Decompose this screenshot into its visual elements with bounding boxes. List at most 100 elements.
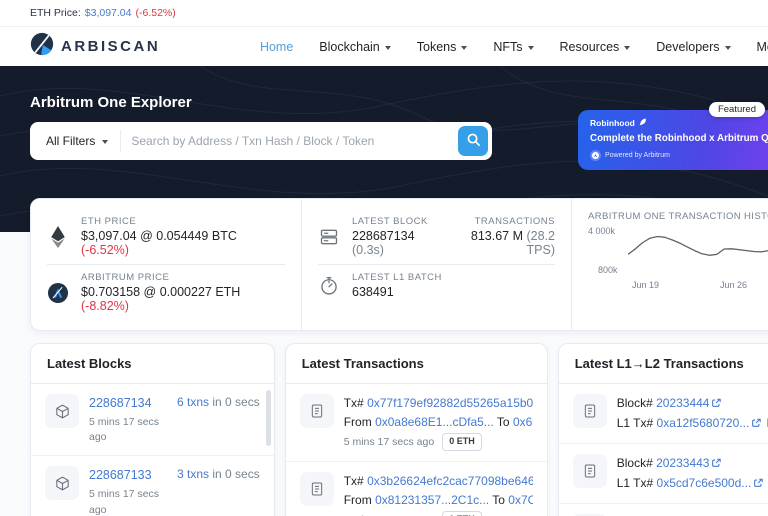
- powered-by-label: Powered by Arbitrum: [605, 152, 670, 159]
- chevron-down-icon: [624, 46, 630, 50]
- block-number-link[interactable]: 228687134: [89, 396, 152, 410]
- block-prefix: Block#: [617, 456, 656, 470]
- external-link-icon[interactable]: [753, 475, 763, 494]
- tx-hash-link[interactable]: 0x3b26624efc2cac77098be646e7b...: [367, 474, 533, 488]
- chevron-down-icon: [528, 46, 534, 50]
- tx-hash-link[interactable]: 0x77f179ef92882d55265a15b0b80...: [367, 396, 533, 410]
- nav-item-tokens[interactable]: Tokens: [417, 40, 468, 54]
- block-prefix: Block#: [617, 396, 656, 410]
- from-label: From: [344, 415, 375, 429]
- banner-headline: Complete the Robinhood x Arbitrum Quest!: [590, 133, 768, 144]
- from-label: From: [344, 493, 375, 507]
- document-icon: [300, 394, 334, 428]
- stat-label: TRANSACTIONS: [452, 216, 555, 227]
- tx-to-link[interactable]: 0x7CFaDFD5...3648...: [508, 493, 532, 507]
- cube-icon: [45, 394, 79, 428]
- external-link-icon[interactable]: [711, 455, 721, 474]
- block-age: 5 mins 17 secs ago: [89, 487, 177, 516]
- featured-badge: Featured: [709, 102, 765, 117]
- overview-stats-card: ETH PRICE $3,097.04 @ 0.054449 BTC (-6.5…: [30, 198, 768, 331]
- nav-item-resources[interactable]: Resources: [560, 40, 631, 54]
- nav-item-more[interactable]: More: [757, 40, 768, 54]
- block-txn-time: in 0 secs: [209, 395, 260, 409]
- l1-tx-link[interactable]: 0x5cd7c6e500d...: [657, 476, 752, 490]
- price-column: ETH PRICE $3,097.04 @ 0.054449 BTC (-6.5…: [31, 199, 301, 330]
- l2-tx-prefix: L2 Tx#: [763, 416, 768, 430]
- arbiscan-logo[interactable]: ARBISCAN: [30, 32, 160, 61]
- latest-l1l2-title: Latest L1→L2 Transactions: [559, 344, 768, 384]
- nav-item-developers[interactable]: Developers: [656, 40, 730, 54]
- l1l2-block-link[interactable]: 20233443: [656, 456, 709, 470]
- nav-item-nfts[interactable]: NFTs: [493, 40, 533, 54]
- tx-history-chart: ARBITRUM ONE TRANSACTION HISTORY IN 14 D…: [571, 199, 768, 330]
- transactions-value: 813.67 M: [471, 229, 523, 243]
- tx-from-link[interactable]: 0x81231357...2C1c...: [375, 493, 489, 507]
- arbitrum-price-stat: ARBITRUM PRICE $0.703158 @ 0.000227 ETH …: [47, 265, 285, 320]
- stat-label: ARBITRUM PRICE: [81, 272, 285, 283]
- brand-name: ARBISCAN: [61, 38, 160, 55]
- eth-price-value[interactable]: $3,097.04: [85, 7, 132, 19]
- external-link-icon[interactable]: [751, 415, 761, 434]
- stat-label: LATEST BLOCK: [352, 216, 440, 227]
- ethereum-icon: [47, 226, 69, 248]
- gauge-icon: [318, 276, 340, 296]
- to-label: To: [489, 493, 508, 507]
- l1l2-block-link[interactable]: 20233444: [656, 396, 709, 410]
- tx-from-link[interactable]: 0x0a8e68E1...cDfa5...: [375, 415, 494, 429]
- l1l2-row: Block# 20233444 L1 Tx# 0xa12f5680720... …: [559, 384, 768, 444]
- latest-transactions-title: Latest Transactions: [286, 344, 547, 384]
- document-icon: [573, 454, 607, 488]
- transaction-row: Tx# 0x3b26624efc2cac77098be646e7b... Fro…: [286, 462, 547, 516]
- tx-prefix: Tx#: [344, 474, 367, 488]
- l1-tx-link[interactable]: 0xa12f5680720...: [657, 416, 750, 430]
- eth-price-stat: ETH PRICE $3,097.04 @ 0.054449 BTC (-6.5…: [47, 209, 285, 264]
- chevron-down-icon: [102, 140, 108, 144]
- l1l2-row: Block# 20233443 L1 Tx# 0x5cd7c6e500d... …: [559, 444, 768, 504]
- page-title: Arbitrum One Explorer: [30, 94, 192, 111]
- search-input[interactable]: [121, 134, 458, 148]
- eth-price-label: ETH Price:: [30, 7, 81, 19]
- block-age: 5 mins 17 secs ago: [89, 415, 177, 445]
- x-axis-tick-2: Jun 26: [720, 280, 747, 290]
- to-label: To: [494, 415, 513, 429]
- search-button[interactable]: [458, 126, 488, 156]
- block-column: LATEST BLOCK 228687134 (0.3s) TRANSACTIO…: [301, 199, 571, 330]
- chevron-down-icon: [725, 46, 731, 50]
- scrollbar-thumb[interactable]: [266, 390, 271, 446]
- block-row: 228687134 5 mins 17 secs ago 6 txns in 0…: [31, 384, 274, 456]
- feather-icon: [639, 118, 647, 128]
- search-bar: All Filters: [30, 122, 492, 160]
- y-axis-tick-min: 800k: [598, 265, 618, 275]
- eth-price-stat-value: $3,097.04 @ 0.054449 BTC: [81, 229, 237, 243]
- l1-tx-prefix: L1 Tx#: [617, 476, 657, 490]
- block-number-link[interactable]: 228687133: [89, 468, 152, 482]
- featured-campaign-banner[interactable]: Featured Robinhood Complete the Robinhoo…: [578, 110, 768, 170]
- latest-block-time: (0.3s): [352, 243, 384, 257]
- block-txn-time: in 0 secs: [209, 467, 260, 481]
- filter-label: All Filters: [46, 134, 95, 148]
- l1-tx-prefix: L1 Tx#: [617, 416, 657, 430]
- latest-block-stat: LATEST BLOCK 228687134 (0.3s) TRANSACTIO…: [318, 209, 555, 264]
- block-row: 228687133 5 mins 17 secs ago 3 txns in 0…: [31, 456, 274, 516]
- block-txns-link[interactable]: 3 txns: [177, 467, 209, 481]
- chevron-down-icon: [385, 46, 391, 50]
- external-link-icon[interactable]: [711, 395, 721, 414]
- block-txns-link[interactable]: 6 txns: [177, 395, 209, 409]
- y-axis-tick-max: 4 000k: [588, 226, 615, 236]
- chevron-down-icon: [461, 46, 467, 50]
- nav-item-blockchain[interactable]: Blockchain: [319, 40, 390, 54]
- search-filter-dropdown[interactable]: All Filters: [34, 134, 120, 148]
- tx-value-badge: 0 ETH: [442, 511, 482, 516]
- tx-to-link[interactable]: 0x6985884C...7F132...: [513, 415, 533, 429]
- x-axis-tick-1: Jun 19: [632, 280, 659, 290]
- main-menu: Home Blockchain Tokens NFTs Resources De…: [260, 40, 768, 54]
- search-icon: [466, 132, 481, 150]
- document-icon: [573, 394, 607, 428]
- chart-title: ARBITRUM ONE TRANSACTION HISTORY IN 14 D…: [588, 211, 768, 222]
- arb-price-stat-change: (-8.82%): [81, 299, 129, 313]
- stat-label: LATEST L1 BATCH: [352, 272, 442, 283]
- l1l2-row: Block# 20233440 L1 Tx# 0x4832589b76a... …: [559, 504, 768, 516]
- tx-value-badge: 0 ETH: [442, 433, 482, 451]
- nav-item-home[interactable]: Home: [260, 40, 293, 54]
- latest-blocks-card: Latest Blocks 228687134 5 mins 17 secs a…: [30, 343, 275, 516]
